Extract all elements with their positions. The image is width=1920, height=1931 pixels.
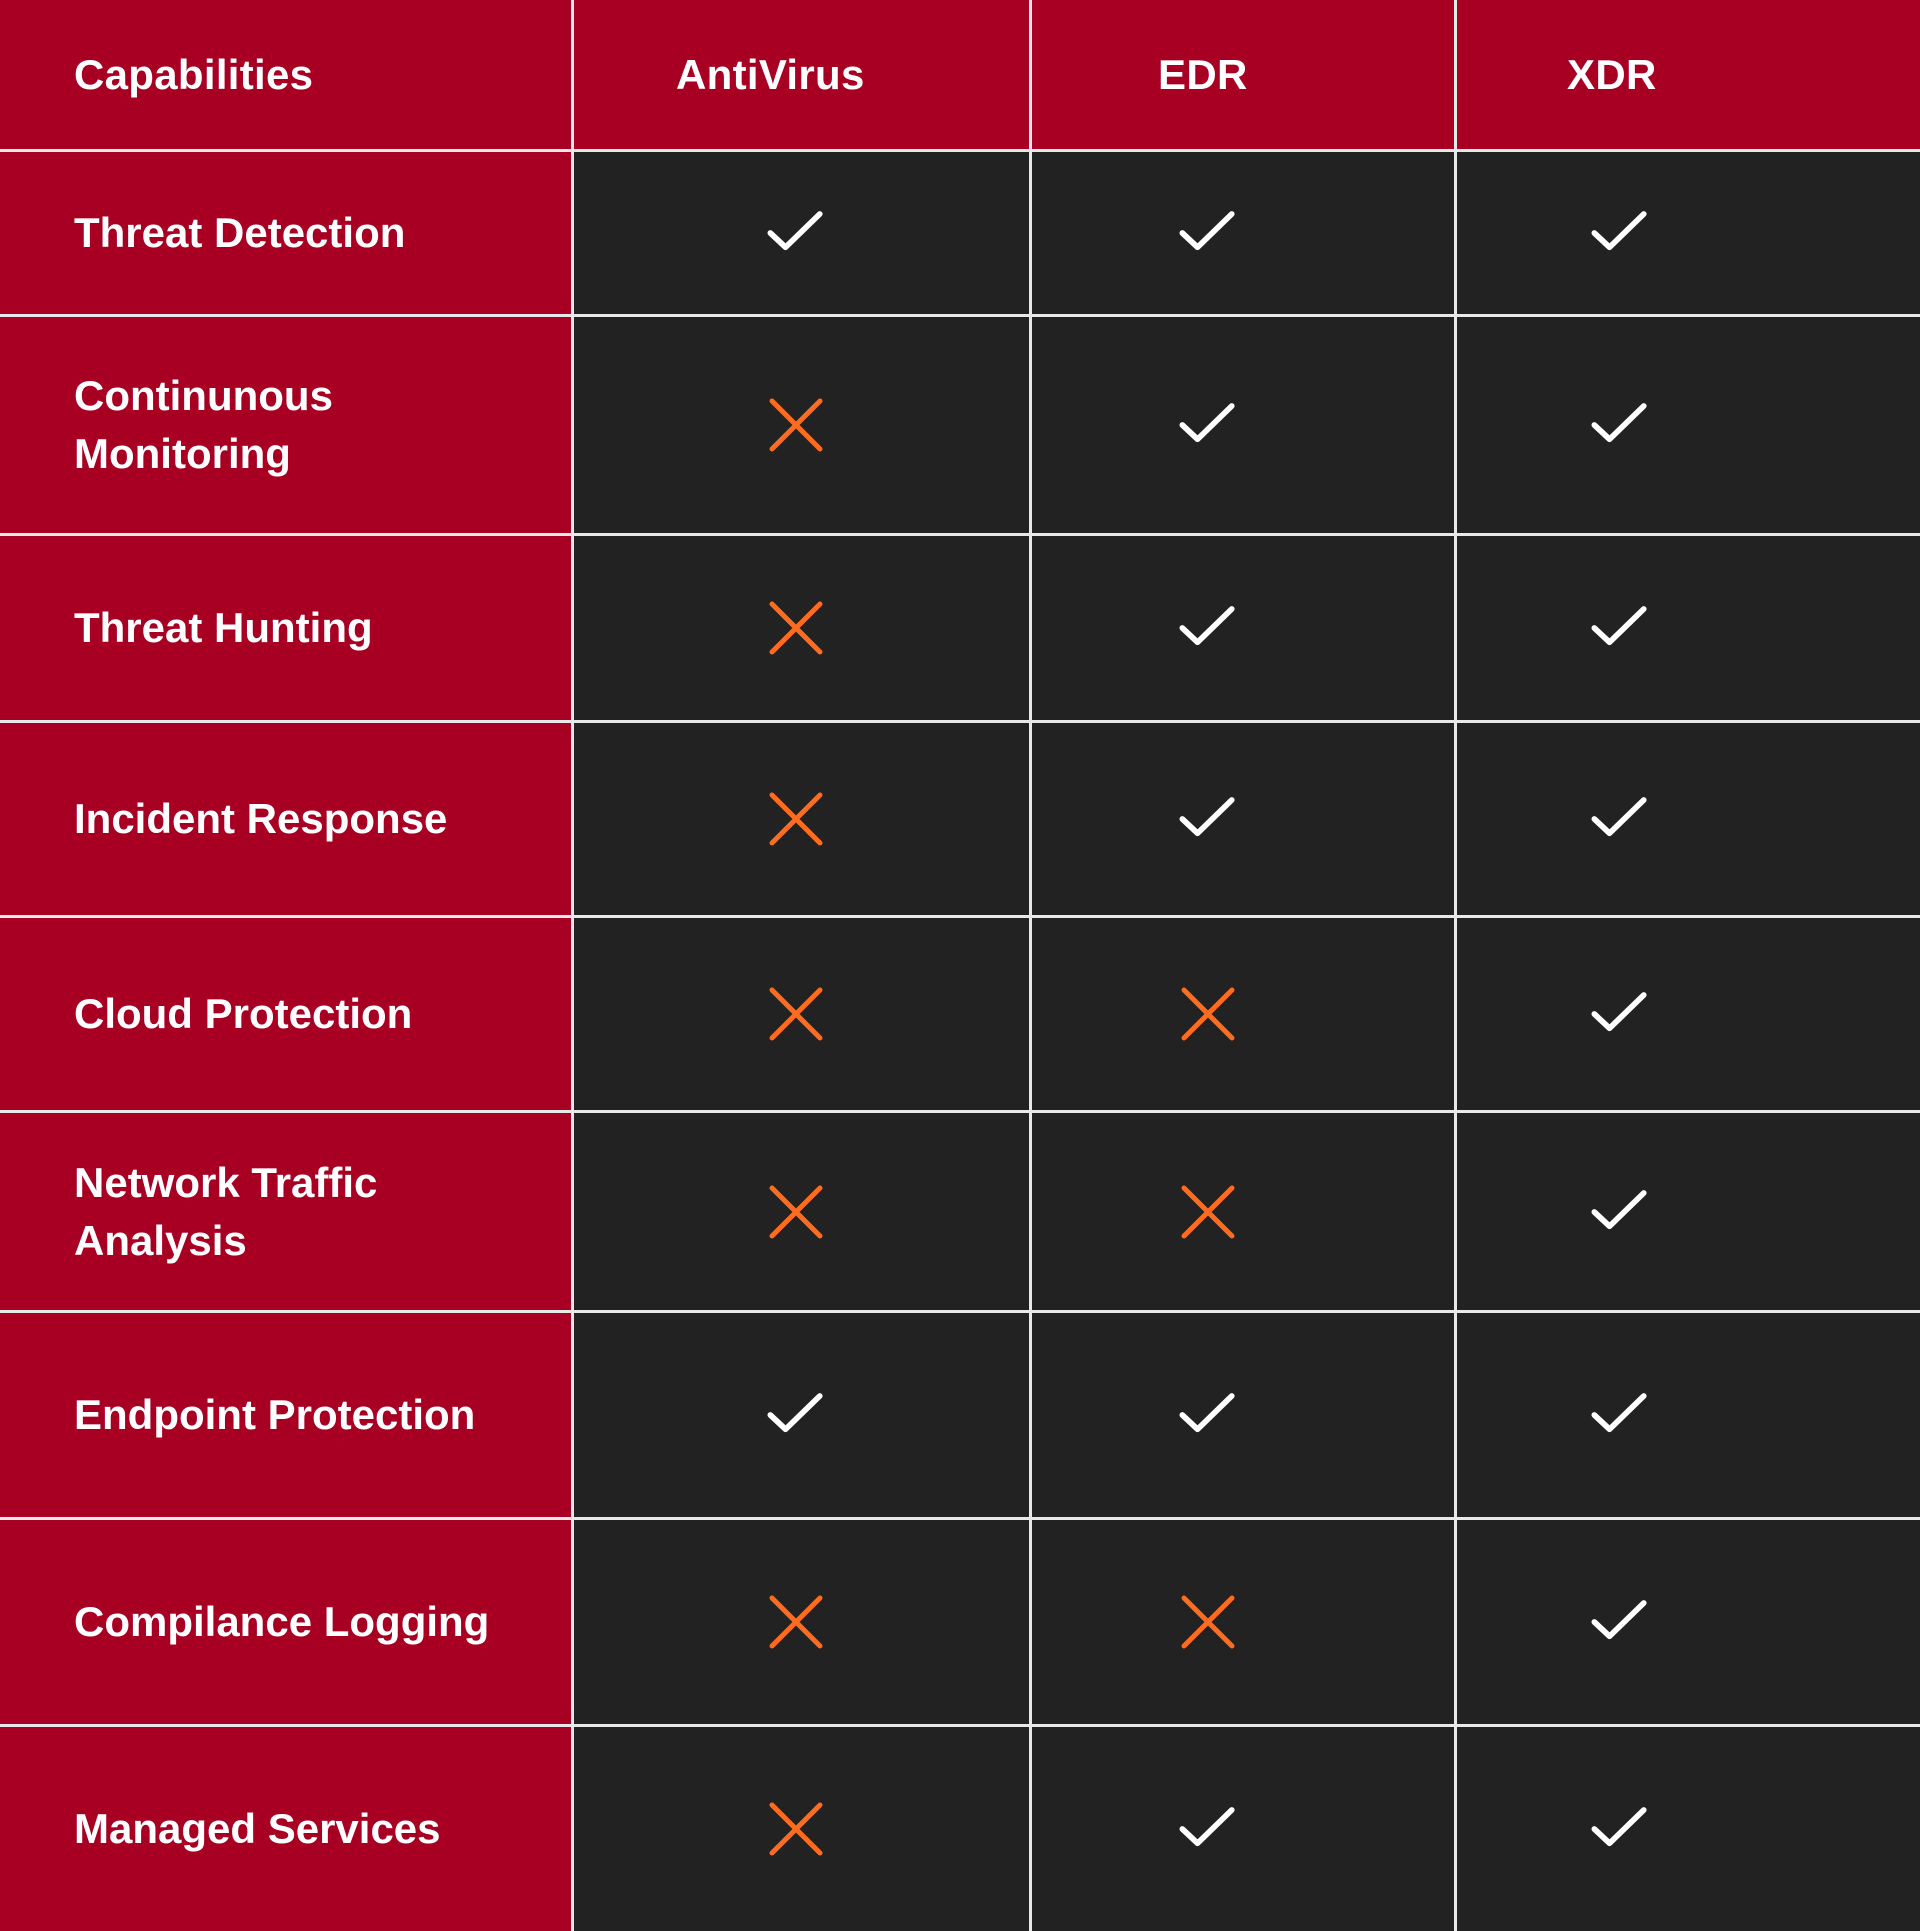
value-cell xyxy=(1457,317,1920,533)
value-cell xyxy=(574,317,1029,533)
cross-icon xyxy=(769,987,823,1041)
cross-icon xyxy=(769,1185,823,1238)
row-label-text: Managed Services xyxy=(74,1805,441,1852)
row-label-text: Threat Hunting xyxy=(74,604,373,651)
value-cell xyxy=(1032,1520,1454,1724)
cross-icon xyxy=(769,601,823,655)
check-icon xyxy=(1591,1189,1647,1229)
row-label: Continunous Monitoring xyxy=(0,317,571,533)
check-icon xyxy=(1591,992,1647,1032)
value-cell xyxy=(1457,152,1920,314)
row-label-text: Continunous Monitoring xyxy=(74,372,333,477)
row-label: Network Traffic Analysis xyxy=(0,1113,571,1310)
check-icon xyxy=(1591,1600,1647,1640)
value-cell xyxy=(1457,536,1920,720)
value-cell xyxy=(574,1313,1029,1517)
header-antivirus: AntiVirus xyxy=(574,0,1029,149)
value-cell xyxy=(574,536,1029,720)
row-label-text: Endpoint Protection xyxy=(74,1391,476,1438)
check-icon xyxy=(1179,606,1235,646)
value-cell xyxy=(1032,723,1454,915)
check-icon xyxy=(1591,211,1647,251)
value-cell xyxy=(1457,723,1920,915)
header-xdr: XDR xyxy=(1457,0,1920,149)
check-icon xyxy=(767,1393,823,1433)
check-icon xyxy=(1591,606,1647,646)
check-icon xyxy=(767,211,823,251)
header-edr: EDR xyxy=(1032,0,1454,149)
row-label-text: Compilance Logging xyxy=(74,1598,490,1645)
row-label: Cloud Protection xyxy=(0,918,571,1110)
value-cell xyxy=(1032,1727,1454,1931)
check-icon xyxy=(1591,1393,1647,1433)
header-xdr-label: XDR xyxy=(1567,50,1657,98)
cross-icon xyxy=(1181,1185,1235,1238)
value-cell xyxy=(1032,1313,1454,1517)
row-label: Incident Response xyxy=(0,723,571,915)
row-label-text: Network Traffic Analysis xyxy=(74,1158,378,1264)
cross-icon xyxy=(769,792,823,846)
value-cell xyxy=(574,1520,1029,1724)
check-icon xyxy=(1591,797,1647,837)
cross-icon xyxy=(769,398,823,452)
check-icon xyxy=(1179,1807,1235,1847)
cross-icon xyxy=(769,1802,823,1856)
header-capabilities: Capabilities xyxy=(0,0,571,149)
value-cell xyxy=(1032,152,1454,314)
row-label: Endpoint Protection xyxy=(0,1313,571,1517)
check-icon xyxy=(1591,1807,1647,1847)
row-label-text: Cloud Protection xyxy=(74,990,413,1037)
value-cell xyxy=(1457,1727,1920,1931)
row-label: Threat Detection xyxy=(0,152,571,314)
capabilities-comparison-table: Capabilities AntiVirus EDR XDR Threat De… xyxy=(0,0,1920,1931)
cross-icon xyxy=(1181,987,1235,1041)
check-icon xyxy=(1591,403,1647,443)
check-icon xyxy=(1179,403,1235,443)
value-cell xyxy=(1457,1113,1920,1310)
header-capabilities-label: Capabilities xyxy=(74,50,314,98)
header-antivirus-label: AntiVirus xyxy=(676,50,865,98)
header-edr-label: EDR xyxy=(1158,50,1248,98)
value-cell xyxy=(1032,317,1454,533)
value-cell xyxy=(1457,1313,1920,1517)
value-cell xyxy=(574,1113,1029,1310)
check-icon xyxy=(1179,797,1235,837)
check-icon xyxy=(1179,211,1235,251)
row-label: Compilance Logging xyxy=(0,1520,571,1724)
check-icon xyxy=(1179,1393,1235,1433)
value-cell xyxy=(574,152,1029,314)
cross-icon xyxy=(1181,1595,1235,1649)
value-cell xyxy=(1032,1113,1454,1310)
value-cell xyxy=(1457,918,1920,1110)
value-cell xyxy=(574,918,1029,1110)
value-cell xyxy=(574,723,1029,915)
value-cell xyxy=(574,1727,1029,1931)
row-label-text: Threat Detection xyxy=(74,209,406,256)
row-label: Managed Services xyxy=(0,1727,571,1931)
value-cell xyxy=(1457,1520,1920,1724)
row-label: Threat Hunting xyxy=(0,536,571,720)
value-cell xyxy=(1032,918,1454,1110)
row-label-text: Incident Response xyxy=(74,795,448,842)
cross-icon xyxy=(769,1595,823,1649)
value-cell xyxy=(1032,536,1454,720)
